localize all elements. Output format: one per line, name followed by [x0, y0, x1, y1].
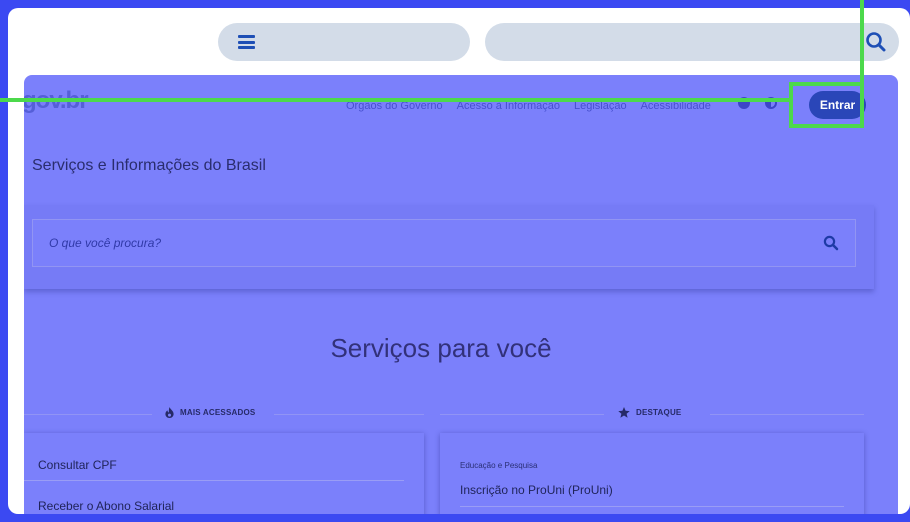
search-icon[interactable] — [865, 31, 887, 53]
search-section: O que você procura? — [24, 205, 874, 289]
govbr-site: gov.br Órgãos do Governo Acesso à Inform… — [24, 75, 898, 514]
featured-label: DESTAQUE — [636, 408, 682, 417]
hamburger-icon — [238, 35, 255, 49]
search-placeholder: O que você procura? — [49, 236, 162, 250]
star-icon — [618, 407, 630, 418]
most-accessed-label: MAIS ACESSADOS — [180, 408, 256, 417]
site-title: Serviços e Informações do Brasil — [32, 157, 266, 174]
divider-line — [24, 414, 152, 415]
highlight-box — [789, 82, 864, 128]
divider-line — [440, 414, 604, 415]
site-search-input[interactable]: O que você procura? — [32, 219, 856, 267]
most-accessed-card: Consultar CPF Receber o Abono Salarial — [24, 433, 424, 514]
featured-item[interactable]: Inscrição no ProUni (ProUni) — [460, 483, 613, 497]
fire-icon — [165, 407, 174, 418]
divider-line — [710, 414, 864, 415]
menu-button[interactable] — [218, 23, 470, 61]
top-search-bar[interactable] — [485, 23, 899, 61]
services-heading: Serviços para você — [330, 333, 552, 363]
featured-header: DESTAQUE — [618, 407, 681, 418]
divider-line — [274, 414, 424, 415]
featured-category: Educação e Pesquisa — [460, 461, 538, 470]
list-divider — [24, 480, 404, 481]
list-item[interactable]: Consultar CPF — [38, 458, 117, 472]
browser-frame: gov.br Órgãos do Governo Acesso à Inform… — [8, 8, 910, 514]
search-icon[interactable] — [823, 235, 839, 251]
list-divider — [460, 506, 844, 507]
list-item[interactable]: Receber o Abono Salarial — [38, 499, 174, 513]
highlight-connector-horizontal — [0, 98, 789, 102]
featured-card — [440, 433, 864, 514]
highlight-connector-vertical — [860, 0, 864, 86]
most-accessed-header: MAIS ACESSADOS — [165, 407, 255, 418]
